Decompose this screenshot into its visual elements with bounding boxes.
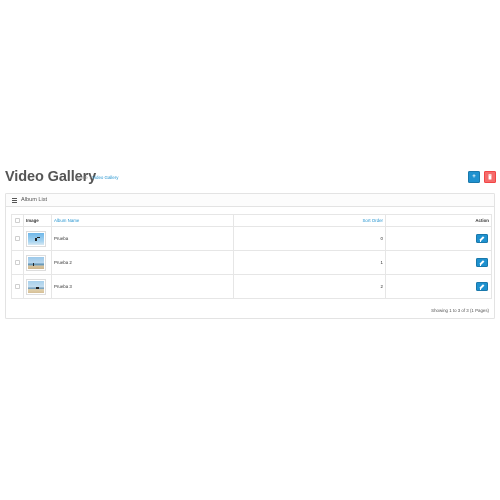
sort-by-sort-order-link[interactable]: Sort Order	[363, 218, 384, 223]
edit-button[interactable]	[476, 234, 488, 243]
row-image-cell	[23, 226, 52, 251]
select-all-cell	[11, 214, 24, 227]
breadcrumb-home-link[interactable]: Home	[76, 175, 88, 180]
list-icon	[12, 198, 17, 203]
album-name-cell: Prueba 3	[51, 274, 234, 299]
album-table: Image Album Name Sort Order Action Prueb…	[11, 214, 492, 299]
select-all-checkbox[interactable]	[15, 217, 20, 223]
sort-by-album-name-link[interactable]: Album Name	[54, 218, 79, 223]
add-new-button[interactable]: +	[468, 171, 480, 183]
plus-icon: +	[472, 174, 476, 180]
edit-button[interactable]	[476, 282, 488, 291]
action-cell	[385, 274, 492, 299]
row-image-cell	[23, 250, 52, 275]
album-name-cell: Prueba 2	[51, 250, 234, 275]
breadcrumb-current-link[interactable]: Video Gallery	[92, 175, 118, 180]
panel-title: Album List	[21, 197, 48, 203]
row-checkbox-cell	[11, 250, 24, 275]
column-header-album-name: Album Name	[51, 214, 234, 227]
album-list-panel: Album List Image Album Name Sort Order A…	[5, 193, 495, 319]
trash-icon	[488, 174, 492, 180]
delete-button[interactable]	[484, 171, 496, 183]
column-header-image: Image	[23, 214, 52, 227]
sort-order-cell: 0	[233, 226, 386, 251]
action-cell	[385, 250, 492, 275]
row-checkbox[interactable]	[15, 283, 20, 289]
breadcrumb: Home › Video Gallery	[76, 175, 118, 181]
column-header-action: Action	[385, 214, 492, 227]
row-checkbox[interactable]	[15, 235, 20, 241]
row-image-cell	[23, 274, 52, 299]
sort-order-cell: 2	[233, 274, 386, 299]
table-row: Prueba 3 2	[11, 274, 492, 299]
page-header: Video Gallery Home › Video Gallery +	[5, 167, 496, 189]
sort-order-cell: 1	[233, 250, 386, 275]
pagination-results-text: Showing 1 to 3 of 3 (1 Pages)	[431, 308, 489, 313]
row-checkbox-cell	[11, 274, 24, 299]
column-header-sort-order: Sort Order	[233, 214, 386, 227]
table-header-row: Image Album Name Sort Order Action	[11, 214, 492, 227]
table-row: Prueba 2 1	[11, 250, 492, 275]
edit-button[interactable]	[476, 258, 488, 267]
table-row: Prueba 0	[11, 226, 492, 251]
album-thumbnail	[26, 230, 46, 247]
breadcrumb-separator: ›	[89, 175, 91, 180]
album-thumbnail	[26, 278, 46, 295]
action-cell	[385, 226, 492, 251]
album-name-cell: Prueba	[51, 226, 234, 251]
panel-heading: Album List	[6, 194, 494, 207]
album-thumbnail	[26, 254, 46, 271]
row-checkbox[interactable]	[15, 259, 20, 265]
row-checkbox-cell	[11, 226, 24, 251]
